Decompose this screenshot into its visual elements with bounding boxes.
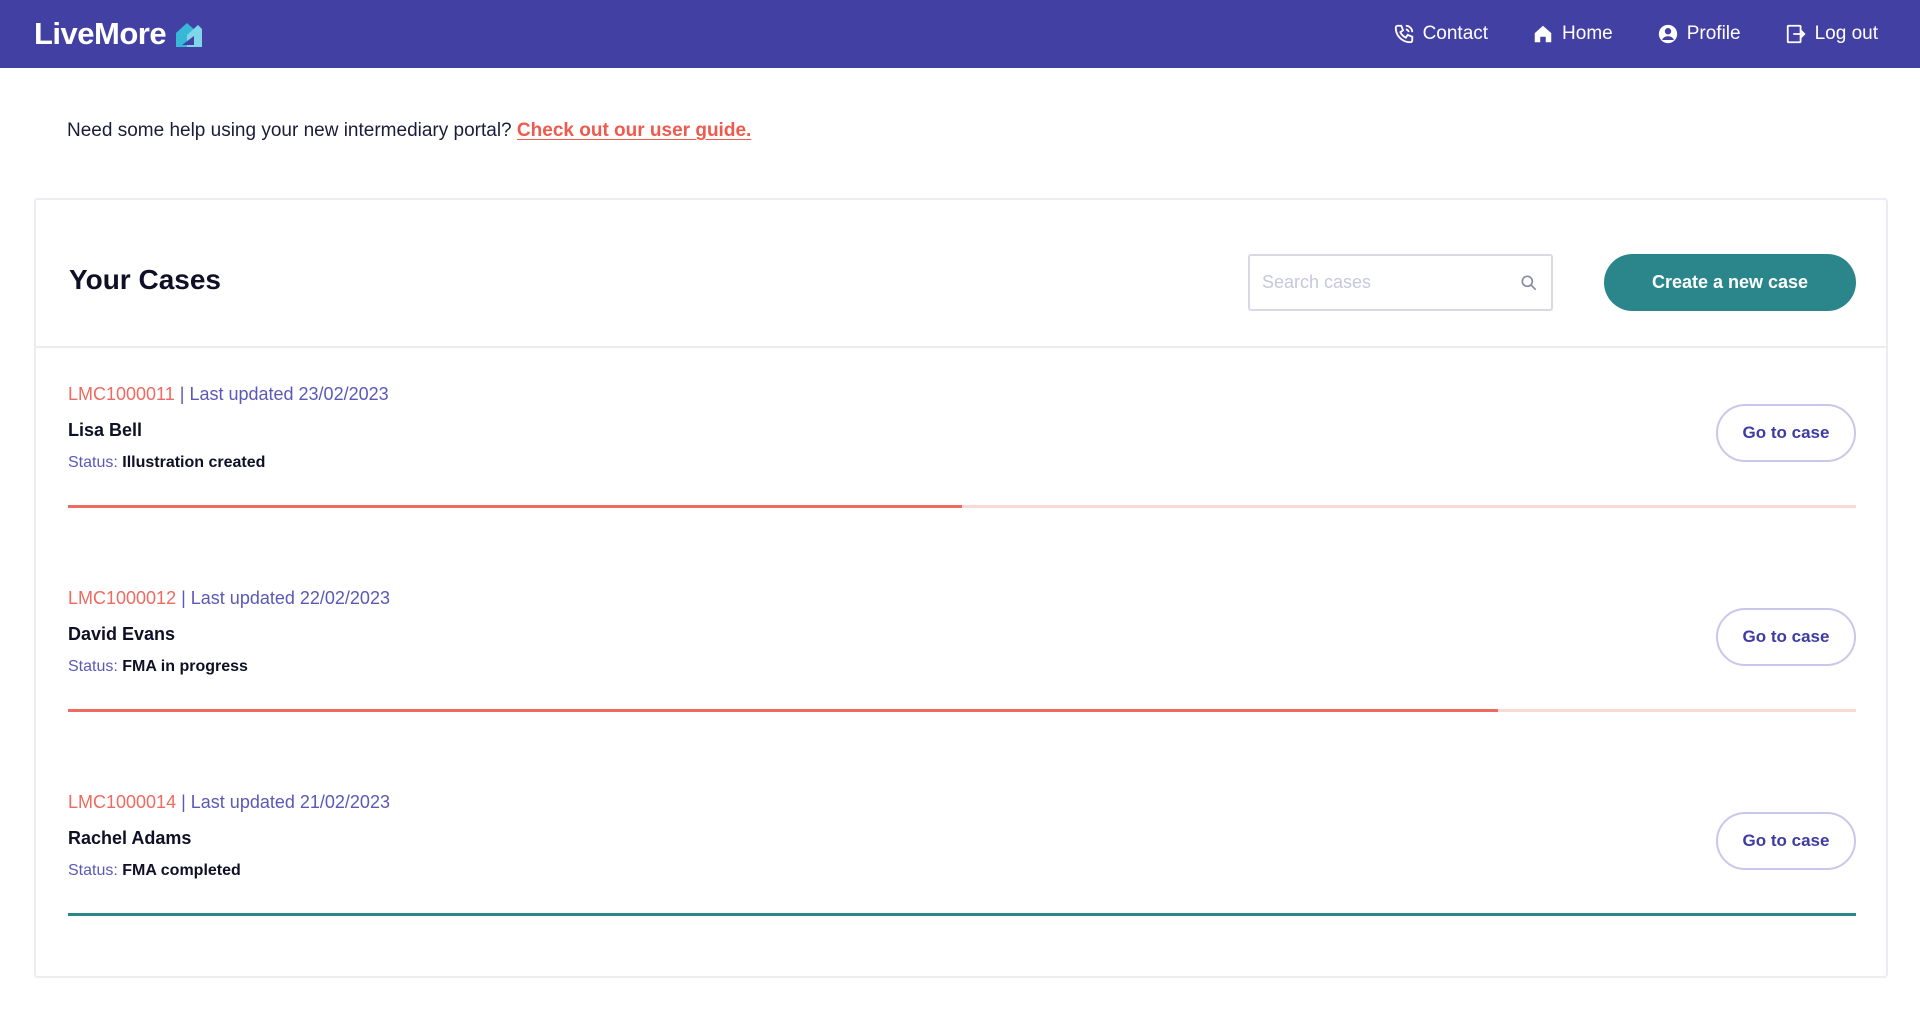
client-name: Lisa Bell — [68, 420, 143, 440]
status-value: FMA in progress — [122, 658, 248, 675]
status-value: FMA completed — [122, 862, 241, 879]
case-meta: LMC1000014 | Last updated 21/02/2023 — [68, 792, 390, 813]
brand-name: LiveMore — [34, 16, 167, 51]
case-reference: LMC1000012 — [68, 588, 177, 608]
nav-contact-label: Contact — [1422, 23, 1489, 44]
help-banner: Need some help using your new intermedia… — [67, 120, 751, 142]
case-progress-bar — [68, 913, 1856, 916]
cases-panel-header: Your Cases Create a new case — [36, 200, 1886, 348]
case-reference: LMC1000011 — [68, 384, 175, 404]
nav-logout-label: Log out — [1814, 23, 1878, 44]
case-last-updated: | Last updated 21/02/2023 — [181, 792, 390, 812]
search-input[interactable] — [1262, 272, 1519, 293]
nav-contact[interactable]: Contact — [1393, 23, 1488, 45]
main-nav: Contact Home Profile Log out — [1393, 23, 1878, 45]
cases-panel: Your Cases Create a new case LMC1000011 … — [34, 198, 1888, 978]
go-to-case-button[interactable]: Go to case — [1716, 812, 1856, 870]
case-meta: LMC1000012 | Last updated 22/02/2023 — [68, 588, 390, 609]
nav-logout[interactable]: Log out — [1785, 23, 1878, 45]
user-guide-link[interactable]: Check out our user guide. — [517, 120, 751, 141]
phone-icon — [1394, 24, 1413, 44]
case-progress-fill — [68, 505, 962, 508]
case-meta: LMC1000011 | Last updated 23/02/2023 — [68, 384, 389, 405]
case-item: LMC1000012 | Last updated 22/02/2023 Dav… — [36, 552, 1886, 756]
top-navigation-bar: LiveMore Contact Home Profile Log out — [0, 0, 1920, 68]
logout-icon — [1786, 24, 1806, 44]
case-reference: LMC1000014 — [68, 792, 177, 812]
case-last-updated: | Last updated 23/02/2023 — [179, 384, 389, 404]
client-name: David Evans — [68, 624, 176, 644]
case-status: Status: FMA in progress — [68, 658, 248, 676]
house-logo-icon — [176, 23, 203, 47]
create-case-button[interactable]: Create a new case — [1604, 254, 1856, 311]
go-to-case-button[interactable]: Go to case — [1716, 608, 1856, 666]
status-label: Status: — [68, 658, 118, 675]
case-progress-bar — [68, 709, 1856, 712]
nav-home-label: Home — [1562, 23, 1613, 44]
case-progress-bar — [68, 505, 1856, 508]
user-circle-icon — [1658, 24, 1677, 44]
nav-profile-label: Profile — [1686, 23, 1741, 44]
help-text: Need some help using your new intermedia… — [67, 120, 512, 141]
case-progress-fill — [68, 913, 1856, 916]
nav-profile[interactable]: Profile — [1657, 23, 1741, 45]
case-status: Status: Illustration created — [68, 454, 265, 472]
case-item: LMC1000014 | Last updated 21/02/2023 Rac… — [36, 756, 1886, 960]
status-label: Status: — [68, 454, 118, 471]
nav-home[interactable]: Home — [1532, 23, 1613, 45]
case-status: Status: FMA completed — [68, 862, 241, 880]
case-progress-fill — [68, 709, 1499, 712]
go-to-case-button[interactable]: Go to case — [1716, 404, 1856, 462]
case-last-updated: | Last updated 22/02/2023 — [181, 588, 390, 608]
status-value: Illustration created — [122, 454, 266, 471]
client-name: Rachel Adams — [68, 828, 192, 848]
brand-logo[interactable]: LiveMore — [34, 16, 204, 52]
page-title: Your Cases — [69, 264, 221, 295]
home-icon — [1534, 25, 1552, 43]
case-item: LMC1000011 | Last updated 23/02/2023 Lis… — [36, 348, 1886, 552]
search-box — [1248, 254, 1553, 311]
status-label: Status: — [68, 862, 118, 879]
search-icon[interactable] — [1519, 273, 1539, 293]
